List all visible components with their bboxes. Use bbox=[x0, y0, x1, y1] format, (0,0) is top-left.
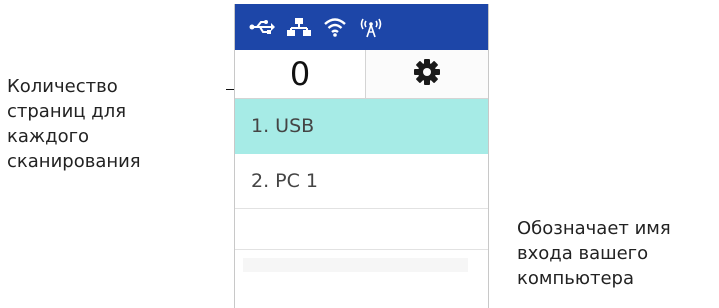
wifi-icon bbox=[323, 17, 347, 37]
status-bar bbox=[235, 4, 488, 50]
top-row: 0 bbox=[235, 50, 488, 99]
settings-button[interactable] bbox=[366, 50, 488, 98]
list-item-pc1[interactable]: 2. PC 1 bbox=[235, 154, 488, 209]
wireless-signal-icon bbox=[359, 16, 383, 38]
usb-icon bbox=[249, 19, 275, 35]
list-item-usb[interactable]: 1. USB bbox=[235, 99, 488, 154]
device-screen: 0 1. USB 2. PC 1 bbox=[234, 4, 489, 308]
gear-icon bbox=[413, 58, 441, 90]
page-count-display: 0 bbox=[235, 50, 366, 98]
list-item-empty bbox=[235, 209, 488, 250]
footer-strip bbox=[243, 258, 468, 272]
network-icon bbox=[287, 17, 311, 37]
callout-page-count-label: Количество страниц для каждого сканирова… bbox=[7, 76, 141, 172]
callout-login-name-label: Обозначает имя входа вашего компьютера bbox=[517, 218, 671, 289]
